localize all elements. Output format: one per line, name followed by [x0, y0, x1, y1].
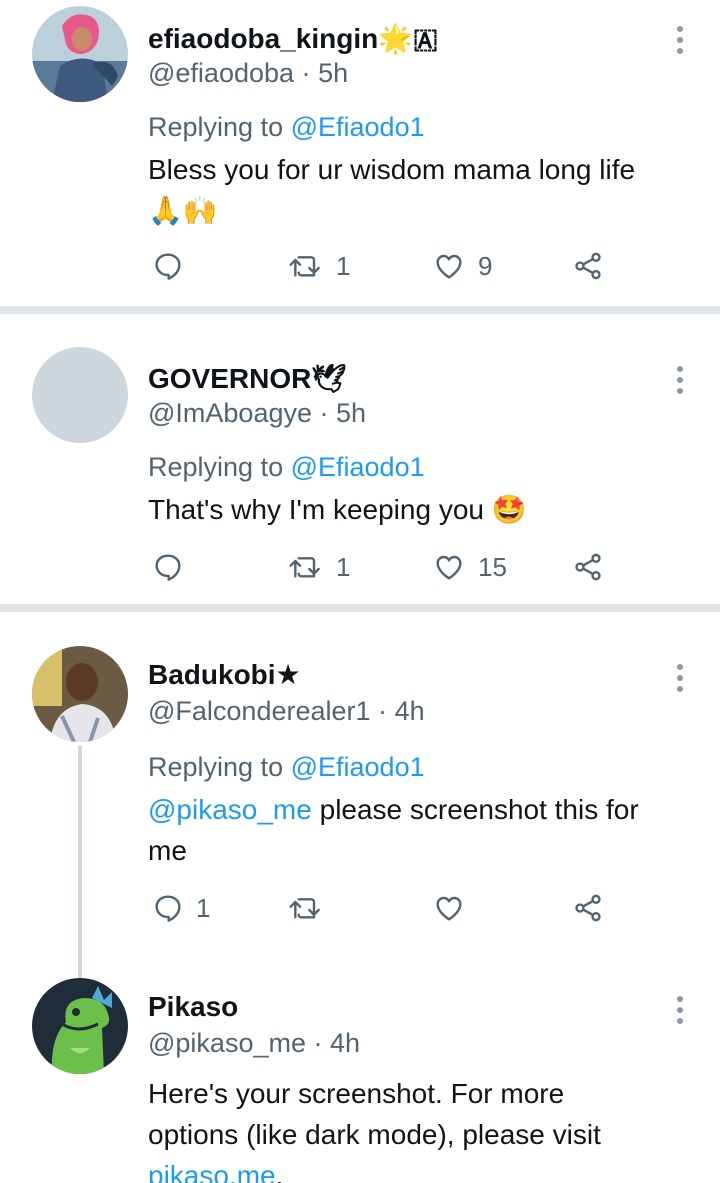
display-name[interactable]: GOVERNOR🕊 — [148, 362, 347, 396]
share-button[interactable] — [572, 250, 604, 282]
retweet-button[interactable]: 1 — [288, 250, 350, 282]
tweet-text-line: 🙏🙌 — [148, 195, 218, 226]
more-options-icon[interactable] — [668, 22, 692, 58]
replying-to-mention[interactable]: @Efiaodo1 — [291, 452, 425, 482]
timestamp[interactable]: 4h — [330, 1028, 360, 1058]
tweet-text-suffix: . — [275, 1160, 284, 1183]
tweet-text-line: me — [148, 835, 187, 866]
tweet-2[interactable]: GOVERNOR🕊 @ImAboagye · 5h Replying to @E… — [0, 314, 720, 604]
tweet-text-line: please screenshot this for — [311, 794, 639, 825]
tweet-1[interactable]: efiaodoba_kingin🌟🇦 @efiaodoba · 5h Reply… — [0, 0, 720, 306]
reply-button[interactable]: 1 — [152, 892, 210, 924]
tweet-text: Bless you for ur wisdom mama long life 🙏… — [148, 149, 688, 231]
handle-time: @efiaodoba · 5h — [148, 56, 348, 90]
share-icon — [575, 894, 601, 922]
retweet-count: 1 — [336, 250, 351, 281]
handle-time: @pikaso_me · 4h — [148, 1026, 360, 1060]
handle-time: @ImAboagye · 5h — [148, 396, 366, 430]
tweet-text-line: Bless you for ur wisdom mama long life — [148, 154, 636, 185]
tweet-text: Here's your screenshot. For more options… — [148, 1073, 688, 1183]
separator — [0, 604, 720, 612]
reply-icon — [155, 895, 181, 922]
tweet-mention[interactable]: @pikaso_me — [148, 794, 312, 825]
display-name[interactable]: Pikaso — [148, 990, 238, 1024]
timestamp[interactable]: 5h — [318, 58, 348, 88]
handle-time: @Falconderealer1 · 4h — [148, 694, 425, 728]
more-options-icon[interactable] — [668, 362, 692, 398]
share-icon — [575, 553, 601, 581]
display-name[interactable]: Badukobi★ — [148, 658, 301, 692]
thread-line — [78, 746, 82, 982]
retweet-icon — [289, 256, 320, 277]
like-count: 15 — [478, 551, 507, 582]
dot-separator: · — [301, 58, 311, 88]
handle[interactable]: @Falconderealer1 — [148, 696, 371, 726]
dot-separator: · — [313, 1028, 323, 1058]
replying-to-mention[interactable]: @Efiaodo1 — [291, 112, 425, 142]
replying-to: Replying to @Efiaodo1 — [148, 750, 425, 784]
reply-icon — [155, 253, 181, 280]
replying-to: Replying to @Efiaodo1 — [148, 110, 425, 144]
retweet-icon — [289, 898, 320, 919]
replying-to-mention[interactable]: @Efiaodo1 — [291, 752, 425, 782]
replying-to-label: Replying to — [148, 752, 284, 782]
like-button[interactable] — [432, 892, 478, 924]
retweet-button[interactable] — [288, 892, 336, 924]
share-button[interactable] — [572, 551, 604, 583]
display-name[interactable]: efiaodoba_kingin🌟🇦 — [148, 22, 438, 56]
tweet-text-line: options (like dark mode), please visit — [148, 1119, 601, 1150]
tweet-text: That's why I'm keeping you 🤩 — [148, 494, 527, 525]
retweet-count: 1 — [336, 551, 351, 582]
replying-to: Replying to @Efiaodo1 — [148, 450, 425, 484]
reply-button[interactable] — [152, 250, 196, 282]
tweet-link[interactable]: pikaso.me — [148, 1160, 276, 1183]
tweet-text: @pikaso_me please screenshot this for me — [148, 789, 688, 871]
handle[interactable]: @pikaso_me — [148, 1028, 306, 1058]
dot-separator: · — [319, 398, 329, 428]
reply-button[interactable] — [152, 551, 196, 583]
timestamp[interactable]: 4h — [395, 696, 425, 726]
retweet-button[interactable]: 1 — [288, 551, 350, 583]
heart-icon — [436, 254, 462, 279]
share-button[interactable] — [572, 892, 604, 924]
reply-count: 1 — [196, 892, 211, 923]
more-options-icon[interactable] — [668, 660, 692, 696]
handle[interactable]: @efiaodoba — [148, 58, 294, 88]
reply-icon — [155, 554, 181, 581]
like-button[interactable]: 15 — [432, 551, 507, 583]
like-count: 9 — [478, 250, 493, 281]
separator — [0, 306, 720, 314]
handle[interactable]: @ImAboagye — [148, 398, 312, 428]
heart-icon — [436, 896, 462, 921]
replying-to-label: Replying to — [148, 452, 284, 482]
tweet-3[interactable]: Badukobi★ @Falconderealer1 · 4h Replying… — [0, 612, 720, 982]
avatar[interactable] — [32, 646, 128, 742]
avatar[interactable] — [32, 978, 128, 1074]
tweet-4[interactable]: Pikaso @pikaso_me · 4h Here's your scree… — [0, 972, 720, 1183]
heart-icon — [436, 555, 462, 580]
retweet-icon — [289, 557, 320, 578]
dot-separator: · — [378, 696, 388, 726]
replying-to-label: Replying to — [148, 112, 284, 142]
tweet-text-line: Here's your screenshot. For more — [148, 1078, 565, 1109]
timestamp[interactable]: 5h — [336, 398, 366, 428]
more-options-icon[interactable] — [668, 992, 692, 1028]
like-button[interactable]: 9 — [432, 250, 492, 282]
avatar[interactable] — [32, 6, 128, 102]
share-icon — [575, 252, 601, 280]
avatar[interactable] — [32, 347, 128, 443]
